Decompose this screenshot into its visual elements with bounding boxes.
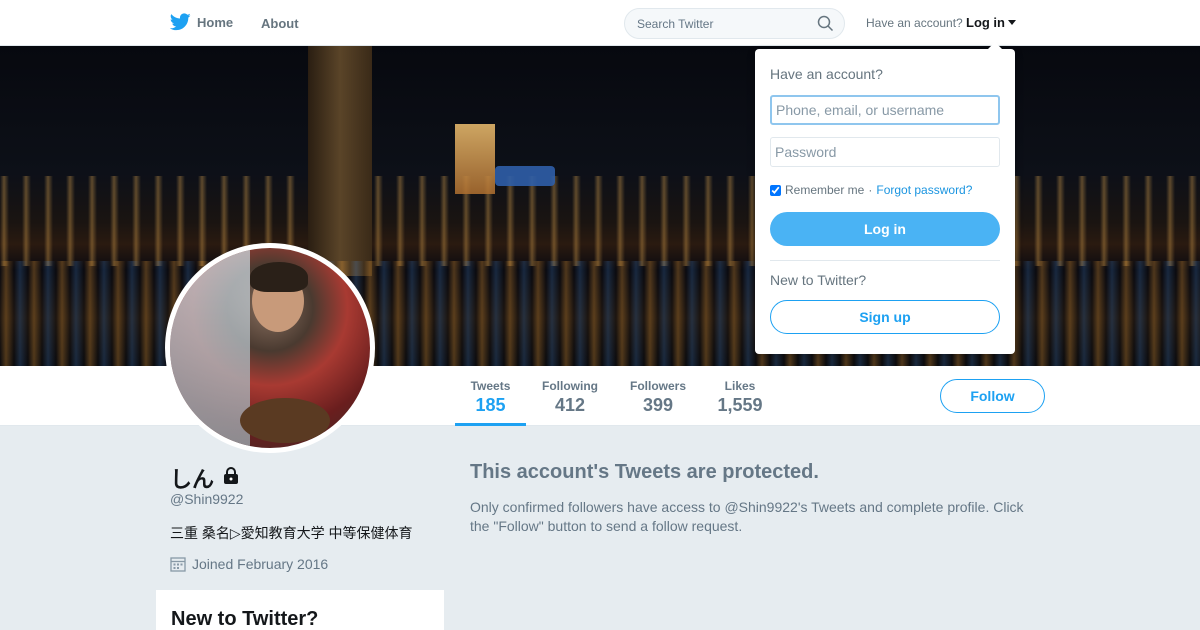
nav-home-link[interactable]: Home bbox=[170, 13, 233, 31]
new-to-twitter-text: New to Twitter? bbox=[770, 272, 867, 288]
search-input[interactable] bbox=[625, 9, 805, 38]
new-to-twitter-module: New to Twitter? bbox=[156, 590, 444, 630]
signup-button[interactable]: Sign up bbox=[770, 300, 1000, 334]
profile-name-text: しん bbox=[170, 467, 215, 492]
avatar[interactable] bbox=[165, 243, 375, 453]
protected-title: This account's Tweets are protected. bbox=[470, 461, 819, 483]
twitter-bird-icon bbox=[170, 13, 191, 31]
stat-tweets[interactable]: Tweets 185 bbox=[455, 366, 526, 426]
banner-sign bbox=[495, 166, 555, 186]
stat-followers-value: 399 bbox=[642, 395, 674, 415]
password-field[interactable] bbox=[770, 137, 1000, 167]
new-to-twitter-title: New to Twitter? bbox=[171, 608, 319, 630]
dropdown-arrow bbox=[987, 42, 1003, 50]
login-dropdown: Have an account? Remember me · Forgot pa… bbox=[755, 42, 1015, 354]
stat-followers[interactable]: Followers 399 bbox=[624, 366, 692, 426]
profile-joined-text: Joined February 2016 bbox=[192, 556, 329, 572]
profile-joined: Joined February 2016 bbox=[170, 556, 328, 572]
have-account-text: Have an account? bbox=[866, 16, 963, 30]
search-box bbox=[624, 8, 845, 39]
stat-following-value: 412 bbox=[554, 395, 586, 415]
username-field[interactable] bbox=[770, 95, 1000, 125]
top-nav: Home About Have an account? Log in bbox=[0, 0, 1200, 46]
login-dropdown-toggle[interactable]: Log in bbox=[966, 15, 1016, 30]
banner-pole bbox=[308, 46, 372, 276]
nav-home-label: Home bbox=[197, 14, 234, 30]
lock-icon bbox=[222, 465, 240, 491]
avatar-window bbox=[170, 248, 250, 448]
stat-followers-label: Followers bbox=[629, 379, 686, 393]
avatar-plate bbox=[240, 398, 330, 443]
search-icon[interactable] bbox=[817, 15, 834, 37]
profile-bio: 三重 桑名▷愛知教育大学 中等保健体育 bbox=[170, 525, 413, 541]
forgot-password-link[interactable]: Forgot password? bbox=[876, 183, 972, 197]
remember-separator: · bbox=[868, 183, 873, 197]
calendar-icon bbox=[170, 557, 186, 572]
dropdown-heading: Have an account? bbox=[770, 66, 883, 82]
dropdown-divider bbox=[770, 260, 1000, 261]
remember-row: Remember me · Forgot password? bbox=[770, 183, 972, 197]
stat-following[interactable]: Following 412 bbox=[536, 366, 604, 426]
stat-tweets-label: Tweets bbox=[470, 379, 511, 393]
login-label: Log in bbox=[966, 15, 1005, 30]
profile-handle[interactable]: @Shin9922 bbox=[170, 491, 243, 507]
nav-about-link[interactable]: About bbox=[261, 16, 299, 31]
stat-following-label: Following bbox=[542, 379, 598, 393]
remember-me-checkbox[interactable] bbox=[770, 184, 781, 196]
caret-down-icon bbox=[1008, 20, 1016, 25]
avatar-hair bbox=[250, 262, 308, 292]
stat-likes-label: Likes bbox=[724, 379, 756, 393]
follow-button[interactable]: Follow bbox=[940, 379, 1045, 413]
stat-tweets-value: 185 bbox=[475, 395, 506, 415]
protected-text: Only confirmed followers have access to … bbox=[470, 499, 1024, 534]
profile-name[interactable]: しん bbox=[170, 462, 240, 494]
stat-likes-value: 1,559 bbox=[717, 395, 763, 415]
remember-me-label[interactable]: Remember me bbox=[785, 183, 864, 197]
banner-tower bbox=[455, 124, 495, 194]
stat-likes[interactable]: Likes 1,559 bbox=[710, 366, 770, 426]
login-button[interactable]: Log in bbox=[770, 212, 1000, 246]
